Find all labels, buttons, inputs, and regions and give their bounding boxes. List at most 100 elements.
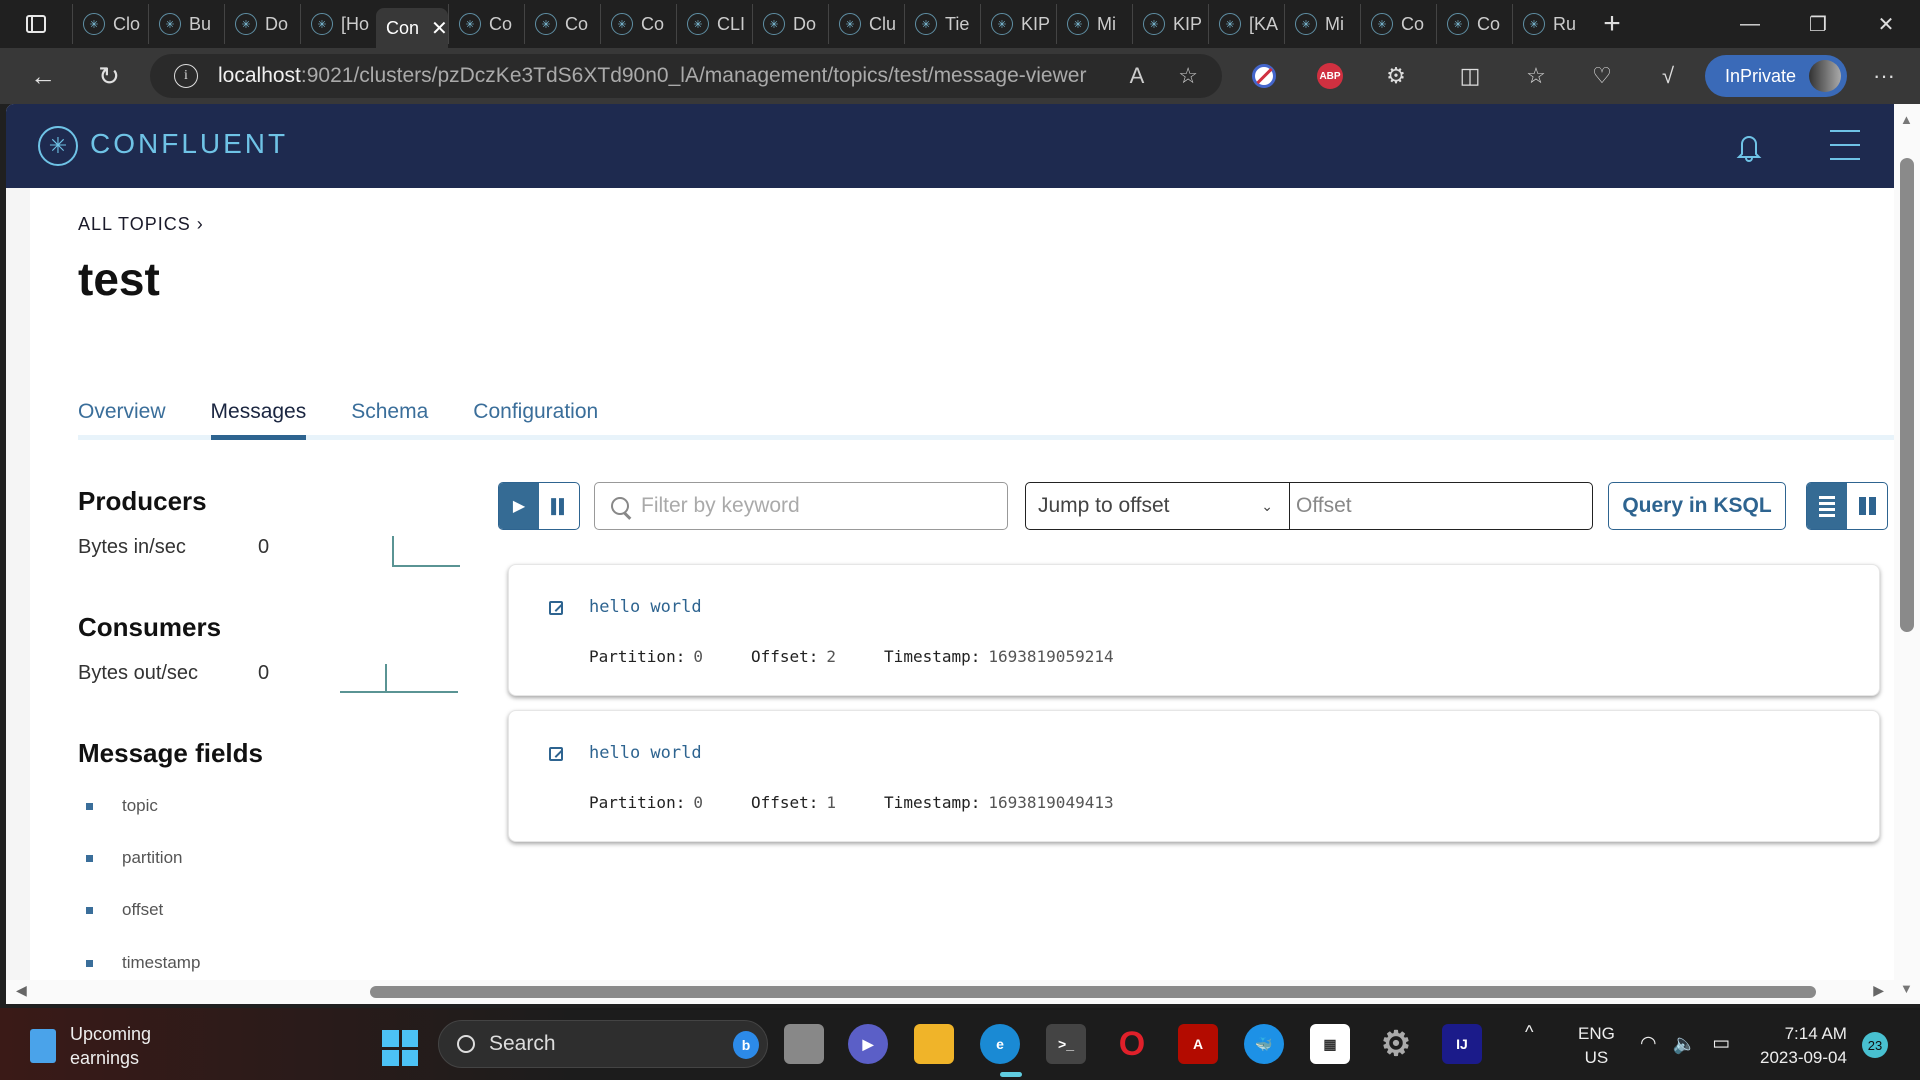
notification-badge[interactable]: 23	[1862, 1032, 1888, 1058]
main-menu-icon[interactable]	[1830, 130, 1860, 160]
notifications-bell-icon[interactable]	[1734, 130, 1764, 164]
favorites-icon[interactable]: ☆	[1514, 54, 1558, 98]
microsoft-store-icon[interactable]: ▦	[1310, 1024, 1350, 1064]
browser-tab[interactable]: ✳ Co	[524, 4, 600, 44]
vertical-scroll-thumb[interactable]	[1900, 158, 1914, 632]
browser-tab[interactable]: ✳ Mi	[1056, 4, 1132, 44]
browser-tab[interactable]: ✳ [Ho	[300, 4, 376, 44]
widgets-button[interactable]: Upcoming earnings	[30, 1022, 151, 1070]
scroll-up-icon[interactable]: ▲	[1900, 112, 1913, 127]
field-item[interactable]: topic	[86, 796, 158, 816]
browser-tab[interactable]: ✳ Bu	[148, 4, 224, 44]
show-hidden-icons-button[interactable]: ^	[1525, 1022, 1533, 1043]
filter-keyword-field[interactable]	[594, 482, 1008, 530]
query-in-ksql-button[interactable]: Query in KSQL	[1608, 482, 1786, 530]
message-card[interactable]: hello world Partition: 0 Offset: 2 Timesta…	[508, 564, 1880, 696]
browser-tab[interactable]: ✳ Clo	[72, 4, 148, 44]
refresh-button[interactable]: ↻	[80, 48, 138, 104]
read-aloud-icon[interactable]: A	[1130, 63, 1145, 89]
restore-button[interactable]: ❐	[1784, 0, 1852, 48]
minimize-button[interactable]: —	[1716, 0, 1784, 48]
task-view-icon[interactable]	[784, 1024, 824, 1064]
start-button[interactable]	[382, 1030, 418, 1066]
tab-actions-button[interactable]	[0, 0, 72, 48]
browser-tab[interactable]: ✳ Mi	[1284, 4, 1360, 44]
clock[interactable]: 7:14 AM 2023-09-04	[1760, 1022, 1847, 1070]
terminal-icon[interactable]: >_	[1046, 1024, 1086, 1064]
browser-tab[interactable]: ✳ Clu	[828, 4, 904, 44]
address-bar[interactable]: i localhost:9021/clusters/pzDczKe3TdS6XT…	[150, 54, 1222, 98]
browser-tab[interactable]: ✳ KIP	[980, 4, 1056, 44]
acrobat-icon[interactable]: A	[1178, 1024, 1218, 1064]
language-indicator[interactable]: ENG US	[1578, 1022, 1615, 1070]
vertical-scrollbar[interactable]: ▲ ▼	[1894, 104, 1920, 1004]
tab-title: KIP	[1173, 13, 1203, 34]
opera-icon[interactable]: O	[1112, 1024, 1152, 1064]
browser-tab[interactable]: ✳ KIP	[1132, 4, 1208, 44]
horizontal-scroll-thumb[interactable]	[370, 986, 1816, 998]
edge-icon[interactable]: e	[980, 1024, 1020, 1064]
filter-keyword-input[interactable]	[641, 494, 971, 518]
bytes-out-value: 0	[258, 662, 270, 684]
message-card[interactable]: hello world Partition: 0 Offset: 1 Timesta…	[508, 710, 1880, 842]
site-info-icon[interactable]: i	[174, 64, 198, 88]
field-item[interactable]: offset	[85, 900, 163, 920]
teams-chat-icon[interactable]: ▶	[848, 1024, 888, 1064]
pause-button[interactable]: ▌▌	[539, 483, 579, 529]
tab-overview[interactable]: Overview	[78, 400, 166, 435]
browser-tab[interactable]: ✳ CLI	[676, 4, 752, 44]
url-text[interactable]: localhost:9021/clusters/pzDczKe3TdS6XTd9…	[218, 64, 1086, 88]
breadcrumb-all-topics[interactable]: ALL TOPICS	[78, 214, 191, 234]
close-tab-icon[interactable]: ✕	[431, 16, 448, 41]
browser-tab[interactable]: ✳ Do	[752, 4, 828, 44]
file-explorer-icon[interactable]	[914, 1024, 954, 1064]
adblock-plus-icon[interactable]: ABP	[1308, 54, 1352, 98]
field-item[interactable]: partition	[85, 848, 182, 868]
tab-configuration[interactable]: Configuration	[473, 400, 598, 435]
breadcrumb[interactable]: ALL TOPICS ›	[78, 214, 204, 235]
column-view-icon[interactable]	[1847, 483, 1887, 529]
close-window-button[interactable]: ✕	[1852, 0, 1920, 48]
offset-input[interactable]	[1290, 483, 1592, 529]
horizontal-scrollbar[interactable]: ◀ ▶	[6, 980, 1894, 1004]
bing-icon[interactable]: b	[733, 1031, 759, 1059]
tab-messages[interactable]: Messages	[210, 400, 306, 440]
scroll-right-icon[interactable]: ▶	[1873, 982, 1884, 999]
inprivate-badge[interactable]: InPrivate	[1705, 55, 1847, 97]
intellij-icon[interactable]: IJ	[1442, 1024, 1482, 1064]
math-solver-icon[interactable]: √	[1646, 54, 1690, 98]
browser-tab[interactable]: Con ✕	[376, 8, 448, 48]
browser-essentials-icon[interactable]: ♡	[1580, 54, 1624, 98]
back-button[interactable]: ←	[14, 48, 72, 104]
confluent-logo-icon[interactable]: ✳	[38, 126, 78, 166]
play-button[interactable]: ▶	[499, 483, 539, 529]
settings-more-icon[interactable]: ···	[1862, 54, 1906, 98]
browser-tab[interactable]: ✳ Co	[448, 4, 524, 44]
extensions-puzzle-icon[interactable]: ⚙	[1374, 54, 1418, 98]
tab-schema[interactable]: Schema	[351, 400, 428, 435]
scroll-down-icon[interactable]: ▼	[1900, 981, 1913, 996]
favorite-star-icon[interactable]: ☆	[1178, 63, 1198, 89]
browser-tab[interactable]: ✳ [KA	[1208, 4, 1284, 44]
browser-tab[interactable]: ✳ Co	[1360, 4, 1436, 44]
taskbar-search[interactable]: Search b	[438, 1020, 768, 1068]
browser-tab[interactable]: ✳ Ru	[1512, 4, 1588, 44]
split-screen-icon[interactable]: ◫	[1448, 54, 1492, 98]
list-view-icon[interactable]	[1807, 483, 1847, 529]
new-tab-button[interactable]: +	[1588, 7, 1636, 41]
blocker-extension-icon[interactable]	[1242, 54, 1286, 98]
field-item[interactable]: timestamp	[85, 953, 200, 973]
jump-mode-select[interactable]: Jump to offset ⌄	[1026, 483, 1290, 529]
browser-tab[interactable]: ✳ Co	[600, 4, 676, 44]
scroll-left-icon[interactable]: ◀	[16, 982, 27, 999]
browser-tab[interactable]: ✳ Do	[224, 4, 300, 44]
browser-tab[interactable]: ✳ Tie	[904, 4, 980, 44]
open-message-icon[interactable]	[549, 747, 563, 761]
open-message-icon[interactable]	[549, 601, 563, 615]
browser-tab[interactable]: ✳ Co	[1436, 4, 1512, 44]
settings-gear-icon[interactable]: ⚙	[1376, 1024, 1416, 1064]
docker-icon[interactable]: 🐳	[1244, 1024, 1284, 1064]
system-tray-icons[interactable]: ◠ 🔈 ▭	[1640, 1032, 1730, 1056]
brand-name[interactable]: CONFLUENT	[90, 128, 288, 160]
offset-label: Offset:	[750, 793, 819, 812]
